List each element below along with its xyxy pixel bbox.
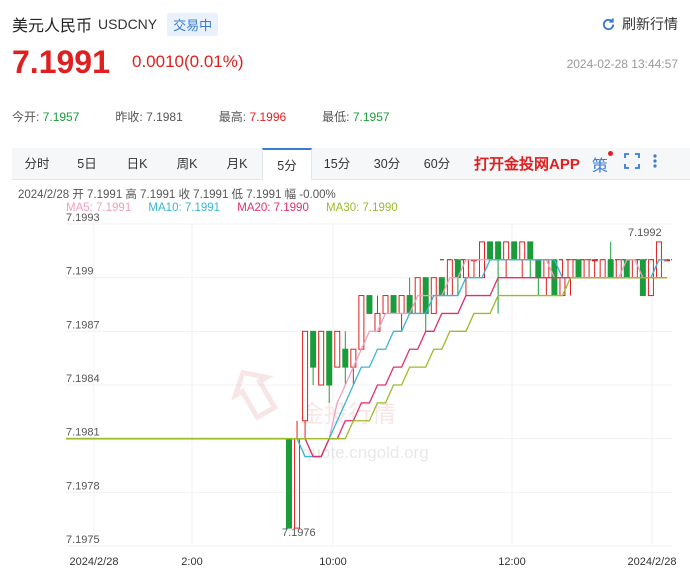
candle-body (503, 241, 510, 261)
x-tick-label: 12:00 (498, 556, 526, 568)
candle-body (487, 241, 494, 261)
candle-body (382, 295, 389, 314)
candle-body (318, 330, 325, 386)
candle (470, 259, 477, 278)
candle-body (527, 241, 534, 261)
candle (591, 259, 598, 278)
more-menu-icon[interactable] (652, 153, 658, 174)
watermark-url: quote.cngold.org (302, 443, 429, 462)
candle-info-line: 2024/2/28 开 7.1991 高 7.1991 收 7.1991 低 7… (18, 189, 336, 201)
kline-chart[interactable]: 金投行情 quote.cngold.org 7.1993 7.199 7.1987 7… (0, 212, 690, 570)
y-tick-label: 7.1975 (66, 534, 100, 546)
candle (334, 330, 341, 368)
instrument-name: 美元人民币 (12, 18, 93, 35)
candle-body (599, 259, 606, 279)
candle (390, 295, 397, 314)
y-tick-label: 7.1993 (66, 212, 100, 224)
tab-5min[interactable]: 5分 (262, 147, 312, 181)
refresh-label: 刷新行情 (622, 16, 678, 32)
candle (607, 241, 614, 279)
candle-body (495, 241, 502, 261)
candle-body (334, 330, 341, 368)
candle-body (342, 348, 349, 368)
stats-row: 今开: 7.1957 昨收: 7.1981 最高: 7.1996 最低: 7.1… (12, 108, 426, 125)
x-tick-label: 2:00 (181, 556, 202, 568)
tab-5day[interactable]: 5日 (62, 148, 112, 180)
candle-body (535, 259, 542, 279)
candle (366, 295, 373, 314)
stat-low: 最低: 7.1957 (322, 110, 390, 124)
candle (583, 259, 590, 279)
tab-30min[interactable]: 30分 (362, 148, 412, 180)
candle-body (294, 438, 301, 529)
period-tabs: 分时 5日 日K 周K 月K 5分 15分 30分 60分 打开金投网APP 策 (12, 147, 690, 181)
candle (310, 330, 317, 385)
y-tick-label: 7.199 (66, 266, 94, 278)
candle-body (366, 295, 373, 314)
instrument-code: USDCNY (98, 16, 158, 32)
candle-body (511, 241, 518, 261)
candle-body (567, 259, 574, 279)
candle (286, 438, 292, 529)
watermark-text: 金投行情 (300, 401, 396, 428)
stat-open: 今开: 7.1957 (12, 110, 80, 124)
tab-monthly-k[interactable]: 月K (212, 148, 262, 180)
candle (599, 259, 606, 279)
high-annotation: 7.1992 (628, 227, 662, 239)
candle-body (358, 295, 365, 350)
candle (422, 277, 429, 332)
price-change: 0.0010(0.01%) (132, 52, 244, 71)
current-price: 7.1991 (12, 44, 110, 80)
candle (326, 330, 333, 403)
tab-15min[interactable]: 15分 (312, 148, 362, 180)
tab-intraday[interactable]: 分时 (12, 148, 62, 180)
candle-body (310, 330, 317, 368)
tab-weekly-k[interactable]: 周K (162, 148, 212, 180)
y-tick-label: 7.1981 (66, 427, 100, 439)
candle-body (591, 259, 598, 262)
candle (358, 295, 365, 350)
x-tick-label: 2024/2/28 (70, 556, 119, 568)
strategy-button[interactable]: 策 (592, 150, 613, 176)
candle (487, 241, 494, 261)
candle-body (398, 295, 405, 314)
candle (318, 330, 325, 386)
candle (294, 420, 301, 529)
quote-timestamp: 2024-02-28 13:44:57 (566, 57, 678, 71)
candle (342, 331, 349, 385)
x-tick-label: 2024/2/28 (628, 556, 677, 568)
notification-dot (607, 150, 613, 156)
tab-daily-k[interactable]: 日K (112, 148, 162, 180)
open-app-link[interactable]: 打开金投网APP (474, 153, 580, 174)
tab-60min[interactable]: 60分 (412, 148, 462, 180)
candle-body (519, 241, 526, 261)
stat-prev-close: 昨收: 7.1981 (115, 110, 183, 124)
candle (382, 295, 389, 314)
fullscreen-icon[interactable] (623, 153, 640, 174)
y-tick-label: 7.1984 (66, 373, 100, 385)
refresh-button[interactable]: 刷新行情 (601, 14, 678, 34)
candle-body (607, 259, 614, 279)
candle-body (390, 295, 397, 314)
low-annotation: 7.1976 (282, 527, 316, 539)
candle-body (326, 330, 333, 386)
candle-body (286, 438, 292, 529)
y-tick-label: 7.1987 (66, 319, 100, 331)
candle-body (575, 259, 582, 279)
instrument-header: 美元人民币 USDCNY 交易中 (12, 12, 219, 36)
y-tick-label: 7.1978 (66, 480, 100, 492)
candle-body (583, 259, 590, 279)
candle (575, 259, 582, 279)
candle (511, 241, 518, 261)
status-badge: 交易中 (167, 12, 219, 36)
refresh-icon (602, 17, 615, 30)
x-tick-label: 10:00 (319, 556, 347, 568)
stat-high: 最高: 7.1996 (218, 110, 287, 124)
candle-body (302, 330, 309, 422)
